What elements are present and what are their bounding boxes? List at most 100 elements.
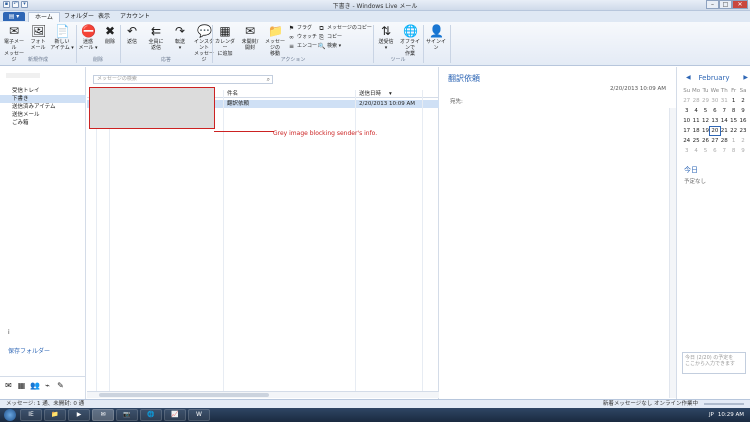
calendar-day[interactable]: 18 (691, 127, 700, 135)
calendar-day[interactable]: 16 (738, 117, 747, 125)
folder-item[interactable]: ごみ箱 (0, 119, 86, 127)
maximize-button[interactable]: □ (719, 0, 732, 9)
calendar-day[interactable]: 7 (720, 147, 729, 155)
calendar-day[interactable]: 28 (720, 137, 729, 145)
scrollbar-thumb[interactable] (99, 393, 269, 397)
calendar-day[interactable]: 3 (682, 107, 691, 115)
calendar-day[interactable]: 8 (729, 147, 738, 155)
calendar-day[interactable]: 31 (720, 97, 729, 105)
quick-add-event-input[interactable]: 今日 (2/20) の予定を ここから入力できます (682, 352, 746, 374)
calendar-day[interactable]: 5 (701, 147, 710, 155)
calendar-day[interactable]: 8 (729, 107, 738, 115)
clock[interactable]: 10:29 AM (718, 408, 744, 422)
calendar-day[interactable]: 13 (710, 117, 719, 125)
taskbar-app-button[interactable]: 📷 (116, 409, 138, 421)
folder-item[interactable]: 送信メール (0, 111, 86, 119)
newsgroups-module-icon[interactable]: ✎ (56, 381, 65, 390)
taskbar-app-button[interactable]: W (188, 409, 210, 421)
prev-month-icon[interactable]: ◀ (686, 74, 691, 81)
calendar-day[interactable]: 4 (691, 147, 700, 155)
tab-view[interactable]: 表示 (92, 12, 116, 22)
folder-item[interactable]: 下書き (0, 95, 86, 103)
calendar-day[interactable]: 17 (682, 127, 691, 135)
calendar-day[interactable]: 29 (701, 97, 710, 105)
taskbar-app-button[interactable]: 🌐 (140, 409, 162, 421)
calendar-day[interactable]: 2 (738, 97, 747, 105)
column-date[interactable]: 送信日時 (359, 90, 381, 98)
storage-folder-link[interactable]: 保存フォルダー (8, 346, 50, 355)
calendar-day[interactable]: 22 (729, 127, 738, 135)
reading-scrollbar[interactable] (669, 108, 676, 398)
watch-button[interactable]: ∞ ウォッチ (288, 34, 317, 41)
signin-button[interactable]: 👤 サインイン (424, 24, 448, 51)
file-menu-button[interactable]: ▤ ▾ (3, 12, 25, 21)
next-month-icon[interactable]: ▶ (743, 74, 748, 81)
calendar-day[interactable]: 28 (691, 97, 700, 105)
calendar-day[interactable]: 7 (720, 107, 729, 115)
calendar-day[interactable]: 1 (729, 97, 738, 105)
copy-button[interactable]: ⎘ コピー (318, 34, 342, 41)
reply-button[interactable]: ↶ 返信 (120, 24, 144, 45)
search-input[interactable]: メッセージの検索 ⌕ (93, 75, 273, 84)
calendar-day[interactable]: 27 (682, 97, 691, 105)
find-button[interactable]: 🔍 検索 ▾ (318, 43, 341, 50)
feeds-module-icon[interactable]: ⌁ (43, 381, 52, 390)
folder-item[interactable]: 受信トレイ (0, 87, 86, 95)
move-button[interactable]: 📁 メッセージの 移動 (263, 24, 287, 57)
calendar-day[interactable]: 20 (709, 126, 721, 136)
calendar-day[interactable]: 14 (720, 117, 729, 125)
minimize-button[interactable]: – (706, 0, 719, 9)
contacts-module-icon[interactable]: 👥 (30, 381, 40, 390)
calendar-day[interactable]: 9 (738, 147, 747, 155)
read-unread-button[interactable]: ✉ 未開封/ 開封 (238, 24, 262, 51)
flag-button[interactable]: ⚑ フラグ (288, 25, 312, 32)
calendar-day[interactable]: 27 (710, 137, 719, 145)
taskbar-app-button[interactable]: IE (20, 409, 42, 421)
calendar-day[interactable]: 15 (729, 117, 738, 125)
delete-button[interactable]: ✖ 削除 (98, 24, 122, 45)
calendar-day[interactable]: 23 (738, 127, 747, 135)
column-subject[interactable]: 件名 (227, 90, 238, 98)
tab-account[interactable]: アカウント (114, 12, 156, 22)
calendar-day[interactable]: 6 (710, 147, 719, 155)
mail-module-icon[interactable]: ✉ (4, 381, 13, 390)
calendar-day[interactable]: 26 (701, 137, 710, 145)
calendar-day[interactable]: 4 (691, 107, 700, 115)
calendar-day[interactable]: 11 (691, 117, 700, 125)
calendar-day[interactable]: 6 (710, 107, 719, 115)
photo-mail-button[interactable]: 🖼 フォト メール (26, 24, 50, 51)
search-icon[interactable]: ⌕ (267, 76, 270, 83)
folder-item[interactable]: 送信済みアイテム (0, 103, 86, 111)
calendar-day[interactable]: 12 (701, 117, 710, 125)
reply-all-button[interactable]: ⇇ 全員に 返信 (144, 24, 168, 51)
new-item-button[interactable]: 📄 新しい アイテム ▾ (50, 24, 74, 51)
offline-button[interactable]: 🌐 オフラインで 作業 (398, 24, 422, 57)
send-receive-button[interactable]: ⇅ 送受信 ▾ (374, 24, 398, 51)
calendar-day[interactable]: 10 (682, 117, 691, 125)
taskbar-app-button[interactable]: 📁 (44, 409, 66, 421)
calendar-day[interactable]: 2 (738, 137, 747, 145)
calendar-day[interactable]: 19 (701, 127, 710, 135)
zoom-slider[interactable] (704, 403, 744, 405)
copy-message-button[interactable]: ⧉ メッセージのコピー (318, 25, 372, 32)
sort-down-icon[interactable]: ▾ (389, 90, 392, 98)
taskbar-app-button[interactable]: ▶ (68, 409, 90, 421)
forward-button[interactable]: ↷ 転送 ▾ (168, 24, 192, 51)
start-button[interactable] (4, 409, 16, 421)
language-indicator[interactable]: JP (709, 408, 714, 422)
calendar-day[interactable]: 5 (701, 107, 710, 115)
close-button[interactable]: ✕ (732, 0, 748, 9)
calendar-day[interactable]: 1 (729, 137, 738, 145)
taskbar-app-button[interactable]: ✉ (92, 409, 114, 421)
calendar-add-button[interactable]: ▦ カレンダー に追加 (213, 24, 237, 57)
tab-home[interactable]: ホーム (28, 12, 60, 22)
horizontal-scrollbar[interactable] (87, 391, 439, 398)
encode-button[interactable]: ≡ エンコード (288, 43, 322, 50)
calendar-day[interactable]: 30 (710, 97, 719, 105)
calendar-day[interactable]: 3 (682, 147, 691, 155)
taskbar-app-button[interactable]: 📈 (164, 409, 186, 421)
junk-button[interactable]: ⛔ 迷惑 メール ▾ (76, 24, 100, 51)
calendar-day[interactable]: 9 (738, 107, 747, 115)
calendar-day[interactable]: 24 (682, 137, 691, 145)
calendar-day[interactable]: 21 (720, 127, 729, 135)
